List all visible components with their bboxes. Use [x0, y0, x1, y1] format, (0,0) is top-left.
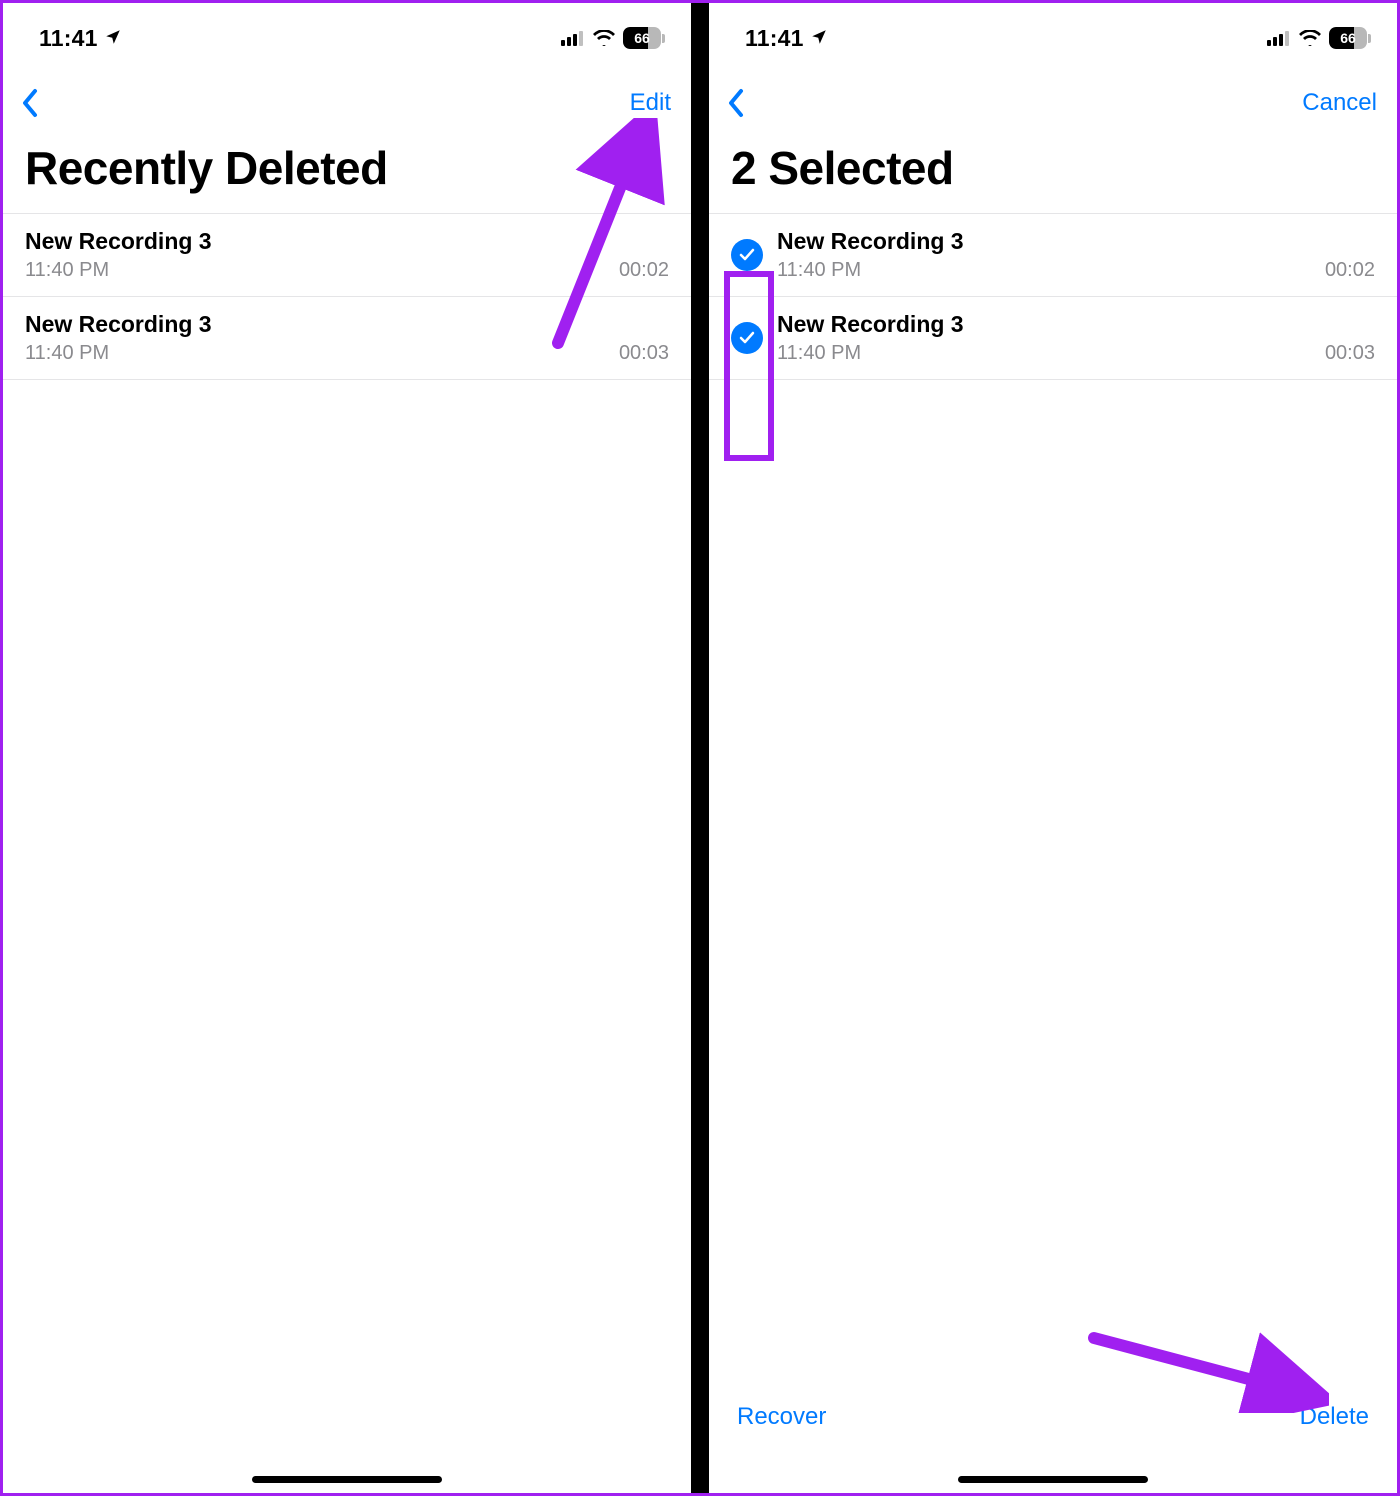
back-button[interactable]: [21, 88, 39, 118]
home-indicator[interactable]: [252, 1476, 442, 1483]
phone-left: 11:41: [3, 3, 691, 1493]
delete-button[interactable]: Delete: [1300, 1403, 1369, 1431]
checkmark-icon[interactable]: [731, 239, 763, 271]
phone-right: 11:41: [709, 3, 1397, 1493]
item-duration: 00:02: [1325, 259, 1375, 282]
item-duration: 00:03: [1325, 342, 1375, 365]
nav-bar: Cancel: [709, 61, 1397, 131]
list-item[interactable]: New Recording 3 11:40 PM 00:02: [709, 214, 1397, 297]
list-item[interactable]: New Recording 3 11:40 PM 00:02: [3, 214, 691, 297]
edit-button[interactable]: Edit: [630, 89, 671, 117]
cancel-button[interactable]: Cancel: [1302, 89, 1377, 117]
recordings-list: New Recording 3 11:40 PM 00:02 New Recor…: [709, 213, 1397, 380]
battery-icon: 66: [623, 27, 665, 49]
list-item[interactable]: New Recording 3 11:40 PM 00:03: [3, 297, 691, 380]
status-time: 11:41: [39, 25, 98, 52]
item-title: New Recording 3: [25, 228, 669, 255]
status-bar: 11:41: [709, 3, 1397, 61]
item-title: New Recording 3: [777, 228, 1375, 255]
status-time: 11:41: [745, 25, 804, 52]
status-bar: 11:41: [3, 3, 691, 61]
battery-icon: 66: [1329, 27, 1371, 49]
wifi-icon: [593, 30, 615, 46]
page-title: 2 Selected: [709, 131, 1397, 213]
nav-bar: Edit: [3, 61, 691, 131]
checkmark-icon[interactable]: [731, 322, 763, 354]
wifi-icon: [1299, 30, 1321, 46]
recordings-list: New Recording 3 11:40 PM 00:02 New Recor…: [3, 213, 691, 380]
page-title: Recently Deleted: [3, 131, 691, 213]
item-duration: 00:03: [619, 342, 669, 365]
location-icon: [810, 25, 828, 52]
location-icon: [104, 25, 122, 52]
item-duration: 00:02: [619, 259, 669, 282]
item-time: 11:40 PM: [777, 342, 861, 365]
cellular-signal-icon: [1267, 30, 1291, 46]
item-title: New Recording 3: [25, 311, 669, 338]
home-indicator[interactable]: [958, 1476, 1148, 1483]
item-time: 11:40 PM: [25, 259, 109, 282]
back-button[interactable]: [727, 88, 745, 118]
cellular-signal-icon: [561, 30, 585, 46]
item-time: 11:40 PM: [25, 342, 109, 365]
recover-button[interactable]: Recover: [737, 1403, 826, 1431]
item-time: 11:40 PM: [777, 259, 861, 282]
list-item[interactable]: New Recording 3 11:40 PM 00:03: [709, 297, 1397, 380]
item-title: New Recording 3: [777, 311, 1375, 338]
